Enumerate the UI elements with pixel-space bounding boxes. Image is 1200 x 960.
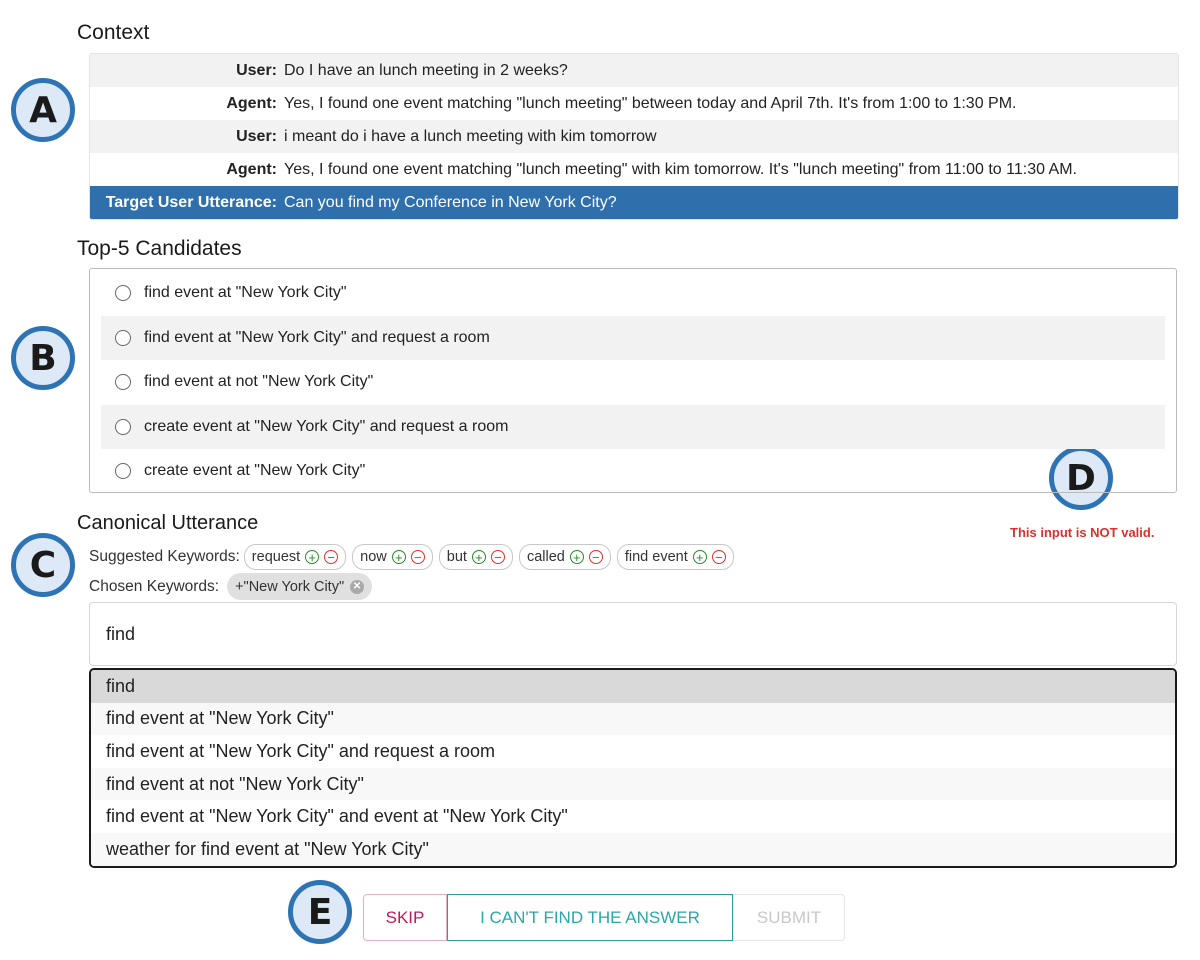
radio-button[interactable] (115, 418, 131, 435)
plus-circle-icon[interactable]: + (569, 550, 584, 564)
minus-circle-icon[interactable]: − (490, 550, 505, 564)
skip-button[interactable]: SKIP (363, 894, 447, 941)
submit-button[interactable]: SUBMIT (733, 894, 845, 941)
autocomplete-item[interactable]: weather for find event at "New York City… (91, 832, 1175, 866)
autocomplete-item[interactable]: find event at "New York City" (91, 702, 1175, 736)
chosen-keywords-label: Chosen Keywords: (89, 577, 220, 595)
utterance-text: Do I have an lunch meeting in 2 weeks? (284, 61, 568, 79)
keyword-chip: but + − (438, 544, 513, 570)
canonical-utterance-input[interactable] (89, 602, 1177, 666)
candidate-label: create event at "New York City" (144, 462, 366, 480)
radio-button[interactable] (115, 329, 131, 346)
plus-circle-icon[interactable]: + (471, 550, 486, 564)
keyword-chip: now + − (352, 544, 433, 570)
autocomplete-item[interactable]: find (91, 670, 1175, 703)
utterance-text: Yes, I found one event matching "lunch m… (284, 160, 1077, 178)
keyword-text: find event (624, 549, 688, 565)
keyword-text: request (251, 549, 301, 565)
plus-circle-icon[interactable]: + (391, 550, 406, 564)
minus-circle-icon[interactable]: − (588, 550, 603, 564)
target-utterance-text: Can you find my Conference in New York C… (284, 193, 617, 211)
badge-b: B (11, 326, 75, 390)
context-row: Agent: Yes, I found one event matching "… (90, 87, 1178, 120)
remove-x-icon[interactable]: ✕ (350, 579, 365, 594)
autocomplete-dropdown: find find event at "New York City" find … (89, 668, 1177, 868)
minus-circle-icon[interactable]: − (711, 550, 726, 564)
keyword-text: called (526, 549, 565, 565)
autocomplete-item[interactable]: find event at "New York City" and reques… (91, 735, 1175, 768)
canonical-title: Canonical Utterance (77, 512, 259, 534)
plus-circle-icon[interactable]: + (692, 550, 707, 564)
candidates-list: find event at "New York City" find event… (89, 268, 1177, 493)
suggested-keywords-label: Suggested Keywords: (89, 548, 240, 565)
keyword-text: now (360, 549, 387, 565)
target-utterance-row: Target User Utterance: Can you find my C… (90, 186, 1178, 219)
candidate-option[interactable]: find event at "New York City" (101, 271, 1165, 316)
context-title: Context (77, 21, 150, 44)
utterance-text: Yes, I found one event matching "lunch m… (284, 94, 1017, 112)
utterance-text: i meant do i have a lunch meeting with k… (284, 127, 657, 145)
minus-circle-icon[interactable]: − (324, 550, 339, 564)
speaker-label: User: (236, 127, 277, 145)
context-table: User: Do I have an lunch meeting in 2 we… (89, 53, 1179, 220)
autocomplete-item[interactable]: find event at "New York City" and event … (91, 800, 1175, 833)
speaker-label: Agent: (226, 160, 277, 178)
radio-button[interactable] (115, 285, 131, 302)
keyword-text: but (446, 549, 467, 565)
candidate-option[interactable]: create event at "New York City" and requ… (101, 404, 1165, 449)
target-label: Target User Utterance: (105, 193, 277, 211)
keyword-chip: request + − (243, 544, 347, 570)
candidate-label: find event at "New York City" and reques… (144, 328, 490, 346)
chosen-keywords: Chosen Keywords: +"New York City" ✕ (89, 573, 373, 600)
candidate-label: find event at not "New York City" (144, 373, 374, 391)
minus-circle-icon[interactable]: − (410, 550, 425, 564)
badge-a: A (11, 78, 75, 142)
candidate-label: find event at "New York City" (144, 284, 347, 302)
context-row: User: Do I have an lunch meeting in 2 we… (90, 54, 1178, 87)
radio-button[interactable] (115, 374, 131, 391)
speaker-label: User: (236, 61, 277, 79)
autocomplete-item[interactable]: find event at not "New York City" (91, 767, 1175, 801)
cant-find-answer-button[interactable]: I CAN'T FIND THE ANSWER (447, 894, 733, 941)
candidate-option[interactable]: find event at "New York City" and reques… (101, 315, 1165, 360)
candidate-option[interactable]: find event at not "New York City" (101, 360, 1165, 405)
action-buttons: SKIP I CAN'T FIND THE ANSWER SUBMIT (363, 894, 845, 941)
badge-e: E (288, 880, 352, 944)
candidate-label: create event at "New York City" and requ… (144, 417, 509, 435)
badge-c: C (11, 533, 75, 597)
context-row: User: i meant do i have a lunch meeting … (90, 120, 1178, 153)
chosen-keyword-chip: +"New York City" ✕ (227, 573, 373, 600)
context-row: Agent: Yes, I found one event matching "… (90, 153, 1178, 186)
keyword-chip: find event + − (616, 544, 734, 570)
plus-circle-icon[interactable]: + (305, 550, 320, 564)
validation-message: This input is NOT valid. (1010, 525, 1155, 540)
keyword-chip: called + − (518, 544, 611, 570)
suggested-keywords: Suggested Keywords: request + − now + − … (89, 544, 734, 570)
radio-button[interactable] (115, 463, 131, 480)
speaker-label: Agent: (226, 94, 277, 112)
candidates-title: Top-5 Candidates (77, 237, 242, 260)
candidate-option[interactable]: create event at "New York City" (101, 449, 1165, 494)
chosen-keyword-text: +"New York City" (235, 578, 345, 595)
